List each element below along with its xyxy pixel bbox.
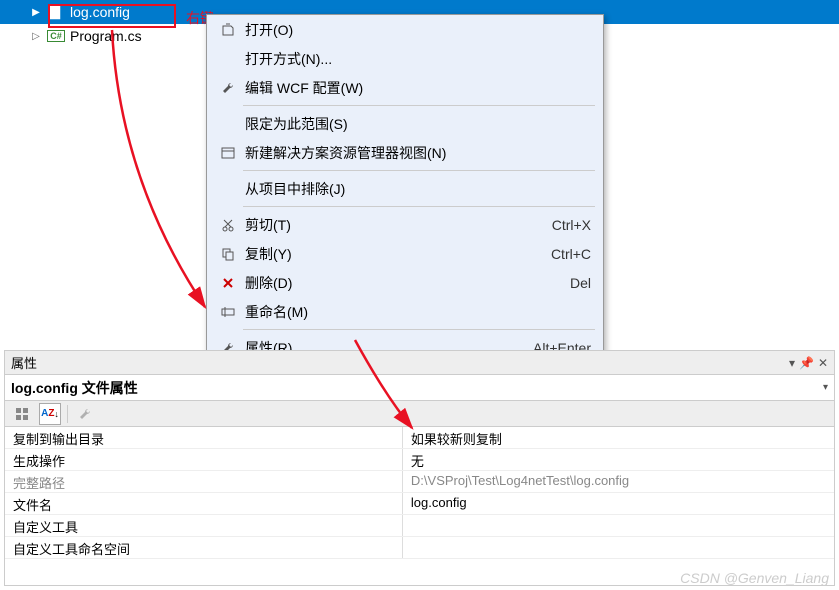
menu-label: 从项目中排除(J) bbox=[241, 179, 591, 199]
menu-shortcut: Ctrl+X bbox=[552, 217, 591, 233]
menu-item-cut[interactable]: 剪切(T) Ctrl+X bbox=[207, 210, 603, 239]
menu-item-new-solution-view[interactable]: 新建解决方案资源管理器视图(N) bbox=[207, 138, 603, 167]
context-menu: 打开(O) 打开方式(N)... 编辑 WCF 配置(W) 限定为此范围(S) … bbox=[206, 14, 604, 363]
menu-label: 编辑 WCF 配置(W) bbox=[241, 78, 591, 98]
delete-icon bbox=[215, 276, 241, 290]
pin-icon[interactable]: 📌 bbox=[799, 356, 814, 370]
properties-file-label: log.config 文件属性 bbox=[11, 378, 138, 398]
menu-shortcut: Del bbox=[570, 275, 591, 291]
csharp-file-icon: C# bbox=[48, 28, 64, 44]
property-row-build-action[interactable]: 生成操作 无 bbox=[5, 449, 834, 471]
menu-label: 限定为此范围(S) bbox=[241, 114, 591, 134]
tree-item-label: Program.cs bbox=[70, 28, 142, 44]
menu-separator bbox=[243, 329, 595, 330]
tree-item-label: log.config bbox=[70, 4, 130, 20]
dropdown-icon[interactable]: ▾ bbox=[789, 356, 795, 370]
menu-label: 重命名(M) bbox=[241, 302, 591, 322]
property-name: 自定义工具命名空间 bbox=[5, 537, 403, 558]
menu-separator bbox=[243, 105, 595, 106]
close-icon[interactable]: ✕ bbox=[818, 356, 828, 370]
properties-title: 属性 bbox=[11, 353, 789, 372]
menu-label: 剪切(T) bbox=[241, 215, 552, 235]
menu-label: 复制(Y) bbox=[241, 244, 551, 264]
property-name: 复制到输出目录 bbox=[5, 427, 403, 448]
properties-object-selector[interactable]: log.config 文件属性 ▾ bbox=[5, 375, 834, 401]
property-name: 生成操作 bbox=[5, 449, 403, 470]
property-value[interactable]: 如果较新则复制 bbox=[403, 427, 834, 448]
toolbar-separator bbox=[67, 405, 68, 423]
alphabetical-button[interactable]: AZ↓ bbox=[39, 403, 61, 425]
categorized-button[interactable] bbox=[11, 403, 33, 425]
property-name: 完整路径 bbox=[5, 471, 403, 492]
property-row-filename[interactable]: 文件名 log.config bbox=[5, 493, 834, 515]
window-icon bbox=[215, 146, 241, 160]
property-row-custom-tool[interactable]: 自定义工具 bbox=[5, 515, 834, 537]
menu-label: 打开(O) bbox=[241, 20, 591, 40]
menu-item-edit-wcf[interactable]: 编辑 WCF 配置(W) bbox=[207, 73, 603, 102]
property-value[interactable] bbox=[403, 537, 834, 558]
wrench-icon bbox=[215, 81, 241, 95]
properties-titlebar: 属性 ▾ 📌 ✕ bbox=[5, 351, 834, 375]
expand-icon[interactable]: ▷ bbox=[30, 30, 42, 42]
copy-icon bbox=[215, 247, 241, 261]
menu-item-open-with[interactable]: 打开方式(N)... bbox=[207, 44, 603, 73]
properties-toolbar: AZ↓ bbox=[5, 401, 834, 427]
open-icon bbox=[215, 23, 241, 37]
wrench-icon bbox=[74, 403, 96, 425]
properties-grid: 复制到输出目录 如果较新则复制 生成操作 无 完整路径 D:\VSProj\Te… bbox=[5, 427, 834, 585]
rename-icon bbox=[215, 305, 241, 319]
menu-label: 删除(D) bbox=[241, 273, 570, 293]
property-row-copy-to-output[interactable]: 复制到输出目录 如果较新则复制 bbox=[5, 427, 834, 449]
property-value[interactable] bbox=[403, 515, 834, 536]
property-value[interactable]: 无 bbox=[403, 449, 834, 470]
property-name: 文件名 bbox=[5, 493, 403, 514]
menu-item-exclude[interactable]: 从项目中排除(J) bbox=[207, 174, 603, 203]
menu-item-delete[interactable]: 删除(D) Del bbox=[207, 268, 603, 297]
property-row-full-path[interactable]: 完整路径 D:\VSProj\Test\Log4netTest\log.conf… bbox=[5, 471, 834, 493]
cut-icon bbox=[215, 218, 241, 232]
chevron-down-icon: ▾ bbox=[823, 382, 828, 393]
menu-label: 新建解决方案资源管理器视图(N) bbox=[241, 143, 591, 163]
expand-icon[interactable]: ▶ bbox=[30, 6, 42, 18]
property-value[interactable]: log.config bbox=[403, 493, 834, 514]
property-name: 自定义工具 bbox=[5, 515, 403, 536]
menu-separator bbox=[243, 206, 595, 207]
menu-separator bbox=[243, 170, 595, 171]
menu-shortcut: Ctrl+C bbox=[551, 246, 591, 262]
properties-panel: 属性 ▾ 📌 ✕ log.config 文件属性 ▾ AZ↓ 复制到输出目录 如… bbox=[4, 350, 835, 586]
menu-item-scope[interactable]: 限定为此范围(S) bbox=[207, 109, 603, 138]
menu-label: 打开方式(N)... bbox=[241, 49, 591, 69]
config-file-icon bbox=[48, 4, 64, 20]
property-row-custom-tool-ns[interactable]: 自定义工具命名空间 bbox=[5, 537, 834, 559]
menu-item-copy[interactable]: 复制(Y) Ctrl+C bbox=[207, 239, 603, 268]
menu-item-open[interactable]: 打开(O) bbox=[207, 15, 603, 44]
property-value: D:\VSProj\Test\Log4netTest\log.config bbox=[403, 471, 834, 492]
menu-item-rename[interactable]: 重命名(M) bbox=[207, 297, 603, 326]
